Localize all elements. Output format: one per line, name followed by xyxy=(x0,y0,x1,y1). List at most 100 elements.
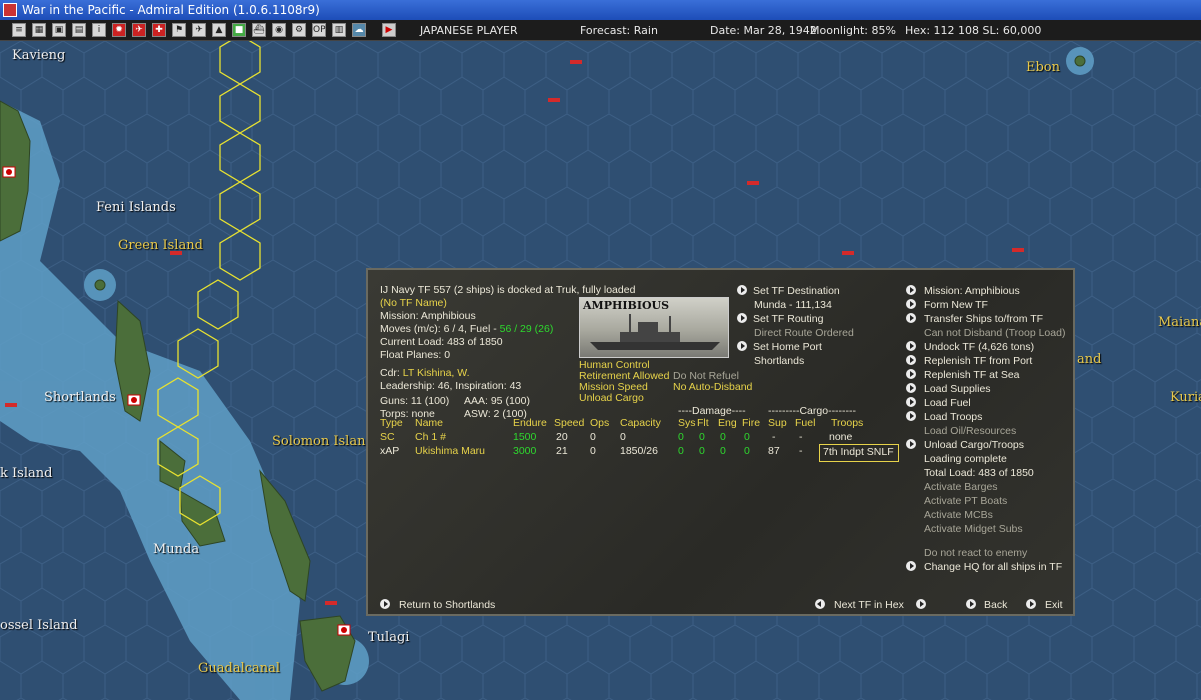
tb-info-icon[interactable]: i xyxy=(92,23,106,37)
row2-troops[interactable]: 7th Indpt SNLF xyxy=(823,446,894,459)
forecast: Forecast: Rain xyxy=(580,24,658,37)
mission-arrow-icon[interactable] xyxy=(906,285,916,295)
set-home-port-button[interactable]: Set Home Port xyxy=(753,341,822,354)
change-hq-arrow-icon[interactable] xyxy=(906,561,916,571)
map-label-kavieng: Kavieng xyxy=(12,48,66,63)
col-troops[interactable]: Troops xyxy=(831,417,863,430)
transfer-arrow-icon[interactable] xyxy=(906,313,916,323)
col-capacity[interactable]: Capacity xyxy=(620,417,661,430)
return-to-shortlands-button[interactable]: Return to Shortlands xyxy=(399,599,495,612)
tb-layers-icon[interactable]: ▥ xyxy=(332,23,346,37)
set-tf-routing-button[interactable]: Set TF Routing xyxy=(753,313,823,326)
tf-aaa: AAA: 95 (100) xyxy=(464,395,530,407)
col-fire[interactable]: Fire xyxy=(742,417,760,430)
col-fuel[interactable]: Fuel xyxy=(795,417,815,430)
map-label-ebon: Ebon xyxy=(1026,60,1061,75)
menu-undock-tf[interactable]: Undock TF (4,626 tons) xyxy=(924,341,1034,354)
tb-cross-icon[interactable]: ✚ xyxy=(152,23,166,37)
load-fuel-arrow-icon[interactable] xyxy=(906,397,916,407)
back-button[interactable]: Back xyxy=(984,599,1007,612)
window-title-bar: War in the Pacific - Admiral Edition (1.… xyxy=(0,0,1201,20)
tb-ship-icon[interactable]: ⛴ xyxy=(252,23,266,37)
tf-destination-value: Munda - 111,134 xyxy=(754,299,832,311)
col-type[interactable]: Type xyxy=(380,417,403,430)
prev-tf-arrow-icon[interactable] xyxy=(815,599,825,609)
row1-name[interactable]: Ch 1 # xyxy=(415,431,446,444)
row2-speed: 21 xyxy=(556,445,568,457)
commander-name[interactable]: LT Kishina, W. xyxy=(403,367,470,379)
tb-group-icon[interactable]: ▤ xyxy=(72,23,86,37)
load-supplies-arrow-icon[interactable] xyxy=(906,383,916,393)
tb-plane-icon[interactable]: ✈ xyxy=(192,23,206,37)
set-tf-destination-button[interactable]: Set TF Destination xyxy=(753,285,840,298)
col-sys[interactable]: Sys xyxy=(678,417,696,430)
tb-flag-icon[interactable]: ⚑ xyxy=(172,23,186,37)
flag-unload-cargo[interactable]: Unload Cargo xyxy=(579,392,644,405)
tb-base-icon[interactable]: ▣ xyxy=(52,23,66,37)
exit-button[interactable]: Exit xyxy=(1045,599,1063,612)
tb-radar-icon[interactable]: ◉ xyxy=(272,23,286,37)
row1-sup: - xyxy=(772,431,776,443)
total-load: Total Load: 483 of 1850 xyxy=(924,467,1034,479)
col-ops[interactable]: Ops xyxy=(590,417,609,430)
map-label-green-island: Green Island xyxy=(118,238,203,253)
menu-load-supplies[interactable]: Load Supplies xyxy=(924,383,991,396)
menu-mission[interactable]: Mission: Amphibious xyxy=(924,285,1020,298)
col-name[interactable]: Name xyxy=(415,417,443,430)
menu-replenish-sea[interactable]: Replenish TF at Sea xyxy=(924,369,1020,382)
menu-do-not-react[interactable]: Do not react to enemy xyxy=(924,547,1027,560)
row2-eng: 0 xyxy=(720,445,726,457)
next-tf-in-hex-button[interactable]: Next TF in Hex xyxy=(834,599,904,612)
tb-rising-sun-icon[interactable]: ✹ xyxy=(112,23,126,37)
menu-form-new-tf[interactable]: Form New TF xyxy=(924,299,988,312)
col-eng[interactable]: Eng xyxy=(718,417,737,430)
mission-photo: AMPHIBIOUS xyxy=(579,297,729,358)
tf-current-load: Current Load: 483 of 1850 xyxy=(380,336,503,348)
tb-list-icon[interactable]: ≡ xyxy=(12,23,26,37)
set-home-port-arrow-icon[interactable] xyxy=(737,341,747,351)
set-routing-arrow-icon[interactable] xyxy=(737,313,747,323)
col-endure[interactable]: Endure xyxy=(513,417,547,430)
col-speed[interactable]: Speed xyxy=(554,417,584,430)
map-label-kuria: Kuria xyxy=(1170,390,1201,405)
menu-change-hq[interactable]: Change HQ for all ships in TF xyxy=(924,561,1062,574)
next-tf-arrow-icon[interactable] xyxy=(916,599,926,609)
menu-activate-barges: Activate Barges xyxy=(924,481,998,493)
col-flt[interactable]: Flt xyxy=(697,417,709,430)
row2-flt: 0 xyxy=(699,445,705,457)
tb-ground-icon[interactable]: ▲ xyxy=(212,23,226,37)
row2-name[interactable]: Ukishima Maru xyxy=(415,445,485,458)
tb-airgroup-icon[interactable]: ✈ xyxy=(132,23,146,37)
tb-weather-icon[interactable]: ☁ xyxy=(352,23,366,37)
tb-ships-icon[interactable]: ▦ xyxy=(32,23,46,37)
menu-load-troops[interactable]: Load Troops xyxy=(924,411,982,424)
map-label-ossel-island: ossel Island xyxy=(0,618,78,633)
return-arrow-icon[interactable] xyxy=(380,599,390,609)
game-date: Date: Mar 28, 1942 xyxy=(710,24,817,37)
menu-unload-cargo[interactable]: Unload Cargo/Troops xyxy=(924,439,1024,452)
tf-name[interactable]: (No TF Name) xyxy=(380,297,447,310)
flag-no-auto-disband[interactable]: No Auto-Disband xyxy=(673,381,752,394)
undock-arrow-icon[interactable] xyxy=(906,341,916,351)
set-destination-arrow-icon[interactable] xyxy=(737,285,747,295)
menu-transfer-ships[interactable]: Transfer Ships to/from TF xyxy=(924,313,1043,326)
row2-sys: 0 xyxy=(678,445,684,457)
menu-replenish-port[interactable]: Replenish TF from Port xyxy=(924,355,1032,368)
tb-ops-icon[interactable]: OP xyxy=(312,23,326,37)
tb-map-icon[interactable]: ■ xyxy=(232,23,246,37)
ship-silhouette-icon xyxy=(590,314,720,350)
tb-settings-icon[interactable]: ⚙ xyxy=(292,23,306,37)
hex-coordinates: Hex: 112 108 SL: 60,000 xyxy=(905,24,1042,37)
tb-end-turn-icon[interactable]: ▶ xyxy=(382,23,396,37)
back-arrow-icon[interactable] xyxy=(966,599,976,609)
menu-load-fuel[interactable]: Load Fuel xyxy=(924,397,971,410)
row1-fuel: - xyxy=(799,431,803,443)
replenish-sea-arrow-icon[interactable] xyxy=(906,369,916,379)
map-label-shortlands: Shortlands xyxy=(44,390,116,405)
load-troops-arrow-icon[interactable] xyxy=(906,411,916,421)
exit-arrow-icon[interactable] xyxy=(1026,599,1036,609)
form-new-arrow-icon[interactable] xyxy=(906,299,916,309)
unload-arrow-icon[interactable] xyxy=(906,439,916,449)
col-sup[interactable]: Sup xyxy=(768,417,787,430)
replenish-port-arrow-icon[interactable] xyxy=(906,355,916,365)
